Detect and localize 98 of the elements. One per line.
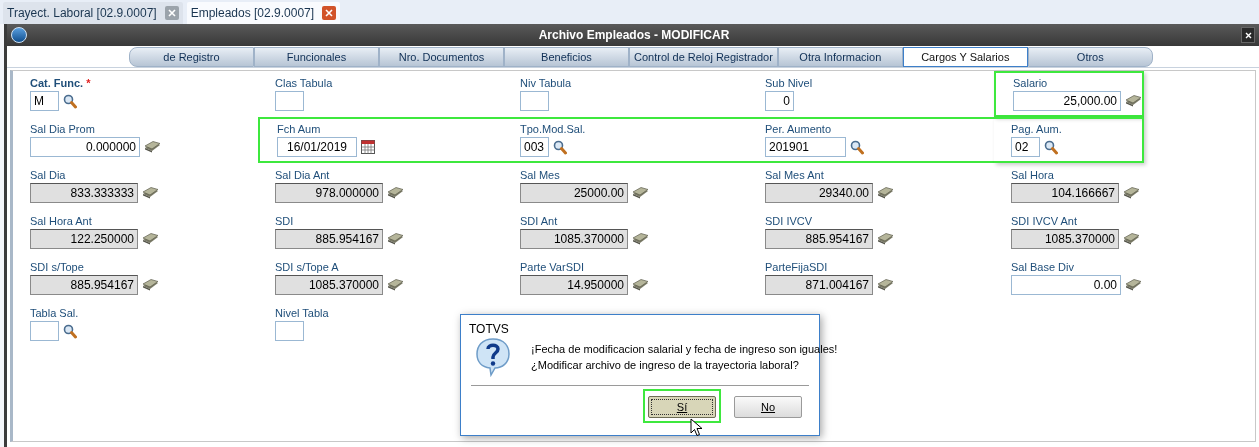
calendar-icon[interactable] [361, 140, 375, 154]
field-label: ParteFijaSDI [765, 260, 828, 274]
field-label: Tpo.Mod.Sal. [520, 122, 586, 136]
field-label: Sal Mes [520, 168, 560, 182]
tab[interactable]: Otra Informacion [777, 47, 903, 67]
field-label: SDI [275, 214, 294, 228]
banknote-stack-icon[interactable] [1125, 95, 1142, 107]
close-icon[interactable] [1241, 27, 1255, 43]
tab[interactable]: Beneficios [504, 47, 629, 67]
field-label: SDI Ant [520, 214, 558, 228]
field-label: SDI s/Tope A [275, 260, 339, 274]
field-label: Tabla Sal. [30, 306, 79, 320]
question-bubble-icon [475, 337, 511, 377]
required-marker: * [86, 76, 91, 90]
document-tab[interactable]: Empleados [02.9.0007] [186, 2, 341, 24]
tab[interactable]: Nro. Documentos [379, 47, 504, 67]
readonly-field[interactable]: 871.004167 [765, 275, 873, 295]
field-label: Pag. Aum. [1011, 122, 1062, 136]
field-label: Sal Dia Prom [30, 122, 95, 136]
input-field[interactable]: 16/01/2019 [277, 137, 357, 157]
tab[interactable]: de Registro [129, 47, 254, 67]
app-logo-icon [11, 27, 27, 43]
banknote-stack-icon[interactable] [877, 187, 894, 199]
input-field[interactable]: M [30, 91, 59, 111]
field-label: Sub Nivel [765, 76, 813, 90]
search-icon[interactable] [850, 139, 864, 155]
tab-label: Empleados [02.9.0007] [190, 5, 315, 22]
input-field[interactable] [30, 321, 59, 341]
field-label: SDI s/Tope [30, 260, 84, 274]
tab-label: Trayect. Laboral [02.9.0007] [7, 5, 157, 22]
banknote-stack-icon[interactable] [387, 279, 404, 291]
readonly-field[interactable]: 1085.370000 [275, 275, 383, 295]
input-field[interactable]: 25,000.00 [1013, 91, 1121, 111]
field-label: Cat. Func. [30, 76, 84, 90]
tab[interactable]: Otros [1027, 47, 1153, 67]
field-label: Nivel Tabla [275, 306, 329, 320]
banknote-stack-icon[interactable] [144, 141, 161, 153]
search-icon[interactable] [1044, 139, 1058, 155]
readonly-field[interactable]: 885.954167 [275, 229, 383, 249]
banknote-stack-icon[interactable] [1123, 233, 1140, 245]
input-field[interactable] [275, 321, 304, 341]
banknote-stack-icon[interactable] [877, 233, 894, 245]
banknote-stack-icon[interactable] [632, 233, 649, 245]
tab[interactable]: Funcionales [254, 47, 379, 67]
readonly-field[interactable]: 122.250000 [30, 229, 138, 249]
readonly-field[interactable]: 885.954167 [30, 275, 138, 295]
search-icon[interactable] [553, 139, 567, 155]
search-icon[interactable] [63, 323, 77, 339]
dialog-message: ¿Modificar archivo de ingreso de la trayectoria laboral? [531, 358, 800, 373]
search-icon[interactable] [63, 93, 77, 109]
field-label: Sal Dia Ant [275, 168, 330, 182]
dialog-button[interactable]: No [734, 396, 802, 419]
banknote-stack-icon[interactable] [877, 279, 894, 291]
window-title: Archivo Empleados - MODIFICAR [537, 27, 731, 44]
field-label: Sal Hora [1011, 168, 1054, 182]
dialog-button[interactable]: Sí [648, 396, 716, 419]
field-label: Clas Tabula [275, 76, 333, 90]
document-tab[interactable]: Trayect. Laboral [02.9.0007] [3, 2, 183, 24]
banknote-stack-icon[interactable] [142, 187, 159, 199]
input-field[interactable] [275, 91, 304, 111]
field-label: Sal Base Div [1011, 260, 1074, 274]
field-label: Sal Dia [30, 168, 66, 182]
field-label: Sal Mes Ant [765, 168, 824, 182]
readonly-field[interactable]: 104.166667 [1011, 183, 1119, 203]
banknote-stack-icon[interactable] [632, 279, 649, 291]
readonly-field[interactable]: 1085.370000 [520, 229, 628, 249]
field-label: Parte VarSDI [520, 260, 584, 274]
banknote-stack-icon[interactable] [387, 233, 404, 245]
readonly-field[interactable]: 1085.370000 [1011, 229, 1119, 249]
input-field[interactable]: 0 [765, 91, 794, 111]
input-field[interactable] [520, 91, 549, 111]
banknote-stack-icon[interactable] [632, 187, 649, 199]
readonly-field[interactable]: 14.950000 [520, 275, 628, 295]
field-label: Niv Tabula [520, 76, 572, 90]
banknote-stack-icon[interactable] [1125, 279, 1142, 291]
input-field[interactable]: 201901 [765, 137, 846, 157]
readonly-field[interactable]: 978.000000 [275, 183, 383, 203]
banknote-stack-icon[interactable] [1123, 187, 1140, 199]
field-label: Salario [1013, 76, 1048, 90]
input-field[interactable]: 003 [520, 137, 549, 157]
field-label: SDI IVCV [765, 214, 813, 228]
banknote-stack-icon[interactable] [142, 279, 159, 291]
field-label: Per. Aumento [765, 122, 832, 136]
dialog-title: TOTVS [468, 321, 510, 335]
input-field[interactable]: 0.000000 [30, 137, 140, 157]
input-field[interactable]: 02 [1011, 137, 1040, 157]
tab[interactable]: Control de Reloj Registrador [629, 47, 778, 67]
readonly-field[interactable]: 833.333333 [30, 183, 138, 203]
field-label: Fch Aum [277, 122, 321, 136]
field-label: SDI IVCV Ant [1011, 214, 1078, 228]
readonly-field[interactable]: 29340.00 [765, 183, 873, 203]
readonly-field[interactable]: 25000.00 [520, 183, 628, 203]
tab[interactable]: Cargos Y Salarios [902, 47, 1028, 67]
banknote-stack-icon[interactable] [142, 233, 159, 245]
field-label: Sal Hora Ant [30, 214, 92, 228]
input-field[interactable]: 0.00 [1011, 275, 1121, 295]
banknote-stack-icon[interactable] [387, 187, 404, 199]
readonly-field[interactable]: 885.954167 [765, 229, 873, 249]
